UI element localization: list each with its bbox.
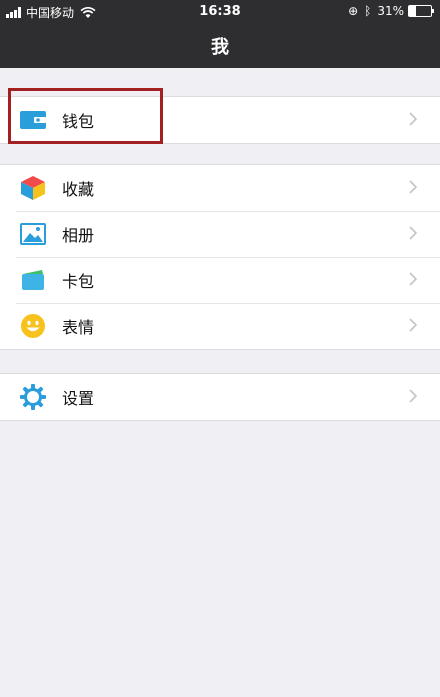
smiley-icon — [20, 313, 46, 339]
menu-item-stickers[interactable]: 表情 — [0, 303, 440, 349]
group-main: 收藏 相册 卡包 表情 — [0, 164, 440, 350]
card-pack-icon — [20, 267, 46, 293]
favorites-cube-icon — [20, 175, 46, 201]
menu-item-favorites[interactable]: 收藏 — [0, 165, 440, 211]
menu-item-label: 设置 — [62, 389, 95, 408]
battery-icon — [408, 5, 434, 17]
menu-item-label: 相册 — [62, 226, 95, 245]
rotation-lock-icon: ⊕ — [348, 4, 359, 18]
battery-percent: 31% — [377, 4, 404, 18]
album-icon — [20, 221, 46, 247]
nav-bar: 我 — [0, 24, 440, 68]
bluetooth-icon: ᛒ — [364, 4, 372, 18]
chevron-right-icon — [409, 318, 418, 332]
chevron-right-icon — [409, 226, 418, 240]
menu-item-label: 卡包 — [62, 272, 95, 291]
chevron-right-icon — [409, 389, 418, 403]
status-right: ⊕ ᛒ 31% — [348, 4, 434, 18]
chevron-right-icon — [409, 112, 418, 126]
settings-gear-icon — [20, 384, 46, 410]
status-bar: 中国移动 16:38 ⊕ ᛒ 31% — [0, 0, 440, 24]
menu-item-card-pack[interactable]: 卡包 — [0, 257, 440, 303]
group-settings: 设置 — [0, 373, 440, 421]
page-title: 我 — [211, 37, 229, 58]
menu-item-settings[interactable]: 设置 — [0, 374, 440, 420]
chevron-right-icon — [409, 272, 418, 286]
menu-item-album[interactable]: 相册 — [0, 211, 440, 257]
menu-item-label: 收藏 — [62, 180, 95, 199]
chevron-right-icon — [409, 180, 418, 194]
battery-fill — [409, 6, 416, 16]
menu-item-label: 表情 — [62, 318, 95, 337]
highlight-annotation — [8, 88, 163, 144]
